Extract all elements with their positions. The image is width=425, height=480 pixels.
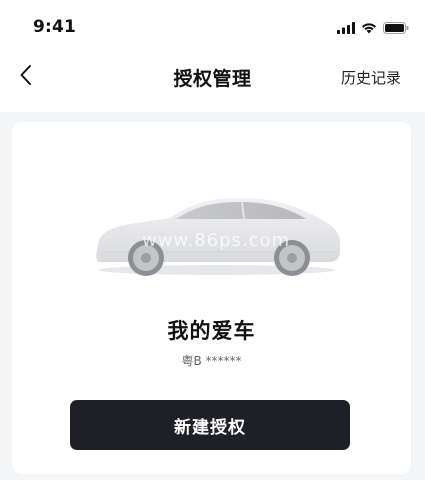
status-time: 9:41 [33,17,77,37]
new-authorization-button[interactable]: 新建授权 [70,400,350,450]
car-name: 我的爱车 [167,319,256,343]
battery-icon [383,19,409,38]
status-bar: 9:41 [0,0,425,50]
status-icons [337,19,409,38]
navigation-bar: 授权管理 历史记录 [0,54,425,100]
signal-icon [337,19,355,38]
top-bar: 9:41 授权管理 历史记录 [0,0,425,112]
history-records-link[interactable]: 历史记录 [341,67,401,88]
wifi-icon [361,19,377,38]
vehicle-card: www.86ps.com 我的爱车 粤B ****** 新建授权 [12,122,411,474]
license-plate: 粤B ****** [181,354,242,368]
watermark-text: www.86ps.com [142,230,291,251]
